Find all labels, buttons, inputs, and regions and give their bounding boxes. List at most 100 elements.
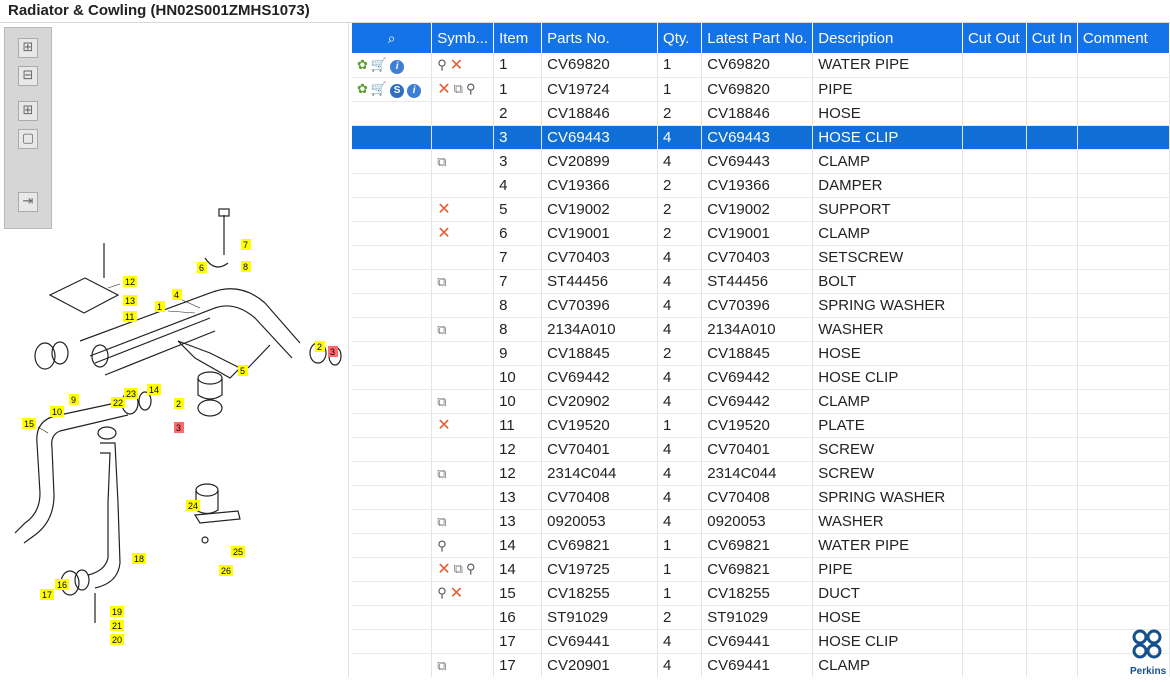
header-cut-in[interactable]: Cut In <box>1026 23 1077 53</box>
cart-icon[interactable]: 🛒 <box>371 57 387 73</box>
fit-all-icon[interactable]: ⊞ <box>18 101 38 121</box>
table-row[interactable]: ⧉82134A01042134A010WASHER <box>352 317 1170 341</box>
find-in-drawing-icon[interactable]: ⌕ <box>388 30 396 46</box>
table-row[interactable]: ⧉13092005340920053WASHER <box>352 509 1170 533</box>
reference-icon[interactable]: ⧉ <box>454 81 463 97</box>
reference-icon[interactable]: ⧉ <box>437 466 446 482</box>
reference-icon[interactable]: ⧉ <box>437 322 446 338</box>
reference-icon[interactable]: ⧉ <box>437 514 446 530</box>
cell-parts-no: CV69820 <box>542 53 658 77</box>
table-row[interactable]: ✕6CV190012CV19001CLAMP <box>352 221 1170 245</box>
not-available-icon[interactable]: ✕ <box>437 79 450 99</box>
info-icon[interactable]: i <box>407 84 421 98</box>
table-row[interactable]: ✿🛒Si✕⧉⚲1CV197241CV69820PIPE <box>352 77 1170 101</box>
note-icon[interactable]: ⚲ <box>437 585 447 601</box>
zoom-in-icon[interactable]: ⊞ <box>18 38 38 58</box>
table-row[interactable]: ⚲14CV698211CV69821WATER PIPE <box>352 533 1170 557</box>
not-available-icon[interactable]: ✕ <box>437 415 450 435</box>
row-symbols <box>432 605 494 629</box>
row-actions <box>352 245 432 269</box>
callout-markers[interactable]: 1 2 3 4 5 6 7 8 9 10 11 12 13 14 15 16 1… <box>22 239 338 645</box>
reference-icon[interactable]: ⧉ <box>454 561 463 577</box>
header-actions[interactable]: ⌕ <box>352 23 432 53</box>
cell-cut-in <box>1026 533 1077 557</box>
table-row[interactable]: 4CV193662CV19366DAMPER <box>352 173 1170 197</box>
cell-qty: 4 <box>658 485 702 509</box>
title-bar: Radiator & Cowling (HN02S001ZMHS1073) <box>0 0 1170 23</box>
svg-text:7: 7 <box>243 240 248 250</box>
row-actions <box>352 293 432 317</box>
export-icon[interactable]: ⇥ <box>18 192 38 212</box>
cell-cut-in <box>1026 77 1077 101</box>
table-row[interactable]: ⧉122314C04442314C044SCREW <box>352 461 1170 485</box>
cell-qty: 2 <box>658 221 702 245</box>
table-row[interactable]: ✕⧉⚲14CV197251CV69821PIPE <box>352 557 1170 581</box>
note-icon[interactable]: ⚲ <box>466 561 476 577</box>
header-cut-out[interactable]: Cut Out <box>962 23 1026 53</box>
note-icon[interactable]: ⚲ <box>437 538 447 554</box>
service-icon[interactable]: S <box>390 84 404 98</box>
not-available-icon[interactable]: ✕ <box>437 199 450 219</box>
settings-icon[interactable]: ✿ <box>357 57 368 73</box>
not-available-icon[interactable]: ✕ <box>450 55 463 75</box>
table-row[interactable]: 2CV188462CV18846HOSE <box>352 101 1170 125</box>
info-icon[interactable]: i <box>390 60 404 74</box>
header-qty[interactable]: Qty. <box>658 23 702 53</box>
table-row[interactable]: ⧉17CV209014CV69441CLAMP <box>352 653 1170 677</box>
fit-page-icon[interactable]: ▢ <box>18 129 38 149</box>
cell-cut-in <box>1026 197 1077 221</box>
row-actions <box>352 341 432 365</box>
table-row[interactable]: 9CV188452CV18845HOSE <box>352 341 1170 365</box>
cell-parts-no: CV69821 <box>542 533 658 557</box>
cell-qty: 1 <box>658 77 702 101</box>
reference-icon[interactable]: ⧉ <box>437 274 446 290</box>
cell-qty: 4 <box>658 461 702 485</box>
reference-icon[interactable]: ⧉ <box>437 394 446 410</box>
table-row[interactable]: ⧉3CV208994CV69443CLAMP <box>352 149 1170 173</box>
table-row[interactable]: 17CV694414CV69441HOSE CLIP <box>352 629 1170 653</box>
not-available-icon[interactable]: ✕ <box>450 583 463 603</box>
settings-icon[interactable]: ✿ <box>357 81 368 97</box>
cell-comment <box>1077 317 1169 341</box>
cell-latest-part-no: CV70401 <box>702 437 813 461</box>
cell-cut-in <box>1026 149 1077 173</box>
header-item[interactable]: Item <box>494 23 542 53</box>
table-row[interactable]: 12CV704014CV70401SCREW <box>352 437 1170 461</box>
table-row[interactable]: 3CV694434CV69443HOSE CLIP <box>352 125 1170 149</box>
cell-parts-no: 0920053 <box>542 509 658 533</box>
cell-qty: 2 <box>658 341 702 365</box>
table-row[interactable]: ⧉10CV209024CV69442CLAMP <box>352 389 1170 413</box>
header-parts-no[interactable]: Parts No. <box>542 23 658 53</box>
cell-item: 9 <box>494 341 542 365</box>
reference-icon[interactable]: ⧉ <box>437 658 446 674</box>
cell-comment <box>1077 413 1169 437</box>
parts-diagram[interactable]: ⊞ ⊟ ⊞ ▢ ⇥ <box>0 23 349 677</box>
table-row[interactable]: ✕5CV190022CV19002SUPPORT <box>352 197 1170 221</box>
note-icon[interactable]: ⚲ <box>437 57 447 73</box>
row-actions <box>352 221 432 245</box>
cell-comment <box>1077 605 1169 629</box>
row-symbols <box>432 485 494 509</box>
table-row[interactable]: ✿🛒i⚲✕1CV698201CV69820WATER PIPE <box>352 53 1170 77</box>
table-row[interactable]: 16ST910292ST91029HOSE <box>352 605 1170 629</box>
table-row[interactable]: ✕11CV195201CV19520PLATE <box>352 413 1170 437</box>
header-comment[interactable]: Comment <box>1077 23 1169 53</box>
cell-cut-out <box>962 509 1026 533</box>
table-row[interactable]: ⚲✕15CV182551CV18255DUCT <box>352 581 1170 605</box>
table-row[interactable]: 7CV704034CV70403SETSCREW <box>352 245 1170 269</box>
note-icon[interactable]: ⚲ <box>466 81 476 97</box>
header-latest-part-no[interactable]: Latest Part No. <box>702 23 813 53</box>
table-row[interactable]: 8CV703964CV70396SPRING WASHER <box>352 293 1170 317</box>
header-symbol[interactable]: Symb... <box>432 23 494 53</box>
zoom-out-icon[interactable]: ⊟ <box>18 66 38 86</box>
table-row[interactable]: 13CV704084CV70408SPRING WASHER <box>352 485 1170 509</box>
cell-qty: 4 <box>658 653 702 677</box>
cart-icon[interactable]: 🛒 <box>371 81 387 97</box>
table-row[interactable]: ⧉7ST444564ST44456BOLT <box>352 269 1170 293</box>
table-row[interactable]: 10CV694424CV69442HOSE CLIP <box>352 365 1170 389</box>
reference-icon[interactable]: ⧉ <box>437 154 446 170</box>
header-description[interactable]: Description <box>813 23 963 53</box>
not-available-icon[interactable]: ✕ <box>437 223 450 243</box>
not-available-icon[interactable]: ✕ <box>437 559 450 579</box>
cell-cut-in <box>1026 461 1077 485</box>
